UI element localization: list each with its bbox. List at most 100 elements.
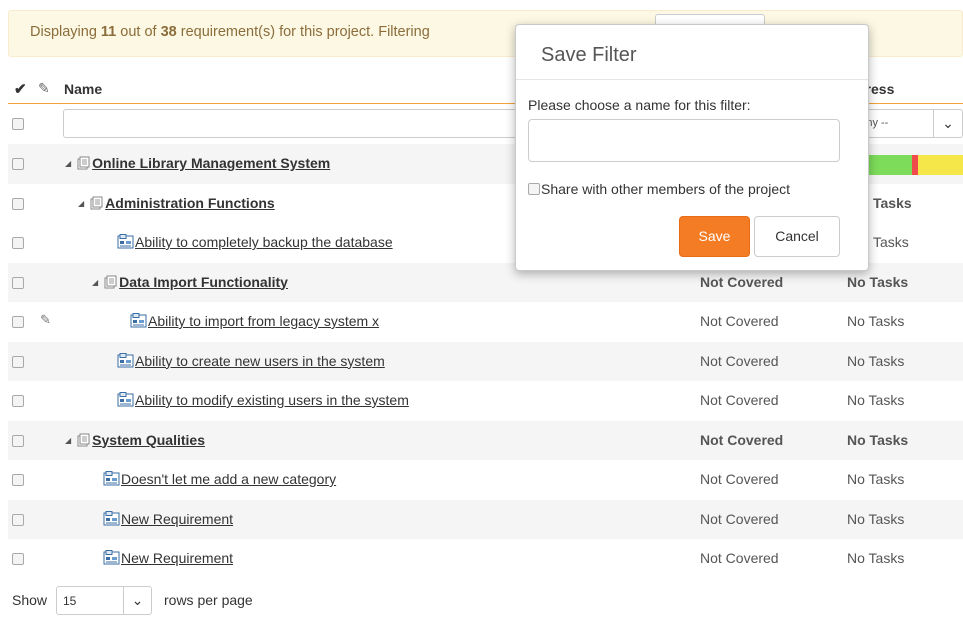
table-row: New Requirement Not Covered No Tasks bbox=[8, 539, 963, 579]
banner-middle: out of bbox=[116, 24, 161, 40]
coverage-status: Not Covered bbox=[700, 510, 779, 527]
requirement-icon bbox=[130, 313, 147, 331]
row-checkbox[interactable] bbox=[12, 395, 24, 407]
save-filter-dialog: Save Filter Please choose a name for thi… bbox=[515, 24, 869, 271]
name-filter-input[interactable] bbox=[63, 109, 533, 138]
task-status: No Tasks bbox=[847, 313, 905, 329]
page-size-select[interactable]: 15 ⌄ bbox=[56, 586, 152, 615]
filter-name-input[interactable] bbox=[528, 119, 840, 162]
requirement-link[interactable]: Data Import Functionality bbox=[119, 274, 288, 290]
table-row: ◢ System Qualities Not Covered No Tasks bbox=[8, 420, 963, 460]
page-size-value: 15 bbox=[63, 594, 77, 608]
row-name-cell: Ability to create new users in the syste… bbox=[117, 352, 385, 371]
task-status: Tasks bbox=[873, 234, 909, 250]
requirement-link[interactable]: New Requirement bbox=[121, 511, 233, 527]
requirement-link[interactable]: New Requirement bbox=[121, 550, 233, 566]
pagination: Show 15 ⌄ rows per page bbox=[8, 585, 408, 615]
row-name-cell: ◢ Data Import Functionality bbox=[92, 274, 288, 292]
row-name-cell: Ability to completely backup the databas… bbox=[117, 234, 393, 252]
triangle-expanded-icon[interactable]: ◢ bbox=[78, 199, 84, 208]
coverage-status: Not Covered bbox=[700, 550, 779, 566]
folder-icon bbox=[90, 196, 104, 213]
row-name-cell: Ability to modify existing users in the … bbox=[117, 392, 409, 410]
coverage-status: Not Covered bbox=[700, 431, 784, 448]
table-row: New Requirement Not Covered No Tasks bbox=[8, 499, 963, 539]
show-label: Show bbox=[12, 592, 48, 608]
attachment-header-icon: ✎ bbox=[38, 80, 50, 96]
banner-suffix: requirement(s) for this project. Filteri… bbox=[176, 24, 430, 40]
folder-icon bbox=[77, 433, 91, 450]
row-name-cell: New Requirement bbox=[103, 510, 233, 529]
share-checkbox[interactable] bbox=[528, 183, 540, 195]
requirement-link[interactable]: Ability to create new users in the syste… bbox=[135, 353, 385, 369]
requirement-link[interactable]: Doesn't let me add a new category bbox=[121, 471, 336, 487]
row-checkbox[interactable] bbox=[12, 434, 24, 447]
row-checkbox[interactable] bbox=[12, 276, 24, 289]
row-checkbox[interactable] bbox=[12, 474, 24, 486]
row-name-cell: ◢ System Qualities bbox=[65, 432, 205, 450]
row-name-cell: Ability to import from legacy system x bbox=[130, 313, 379, 331]
filter-row-checkbox[interactable] bbox=[12, 118, 24, 130]
share-label: Share with other members of the project bbox=[541, 181, 791, 197]
triangle-expanded-icon[interactable]: ◢ bbox=[65, 436, 71, 445]
banner-shown-count: 11 bbox=[100, 24, 117, 40]
name-column-header[interactable]: Name bbox=[64, 81, 102, 97]
coverage-status: Not Covered bbox=[700, 392, 779, 408]
banner-total-count: 38 bbox=[160, 24, 177, 40]
cancel-button[interactable]: Cancel bbox=[754, 216, 840, 257]
requirement-icon bbox=[103, 510, 120, 529]
banner-prefix: Displaying bbox=[30, 24, 101, 40]
row-checkbox[interactable] bbox=[12, 237, 24, 249]
folder-icon bbox=[77, 156, 91, 173]
row-checkbox[interactable] bbox=[12, 355, 24, 368]
coverage-status: Not Covered bbox=[700, 471, 779, 487]
table-row: Ability to create new users in the syste… bbox=[8, 341, 963, 381]
row-name-cell: New Requirement bbox=[103, 550, 233, 568]
triangle-expanded-icon[interactable]: ◢ bbox=[65, 159, 71, 168]
requirement-link[interactable]: Administration Functions bbox=[105, 195, 275, 211]
table-row: Doesn't let me add a new category Not Cov… bbox=[8, 460, 963, 500]
task-status: No Tasks bbox=[847, 352, 905, 369]
row-checkbox[interactable] bbox=[12, 197, 24, 210]
row-checkbox[interactable] bbox=[12, 553, 24, 565]
task-progress-bar bbox=[861, 155, 963, 175]
requirement-icon bbox=[117, 392, 134, 410]
triangle-expanded-icon[interactable]: ◢ bbox=[92, 278, 98, 287]
dialog-title: Save Filter bbox=[516, 25, 868, 80]
task-status: No Tasks bbox=[847, 471, 905, 487]
requirement-link[interactable]: System Qualities bbox=[92, 432, 205, 448]
requirement-icon bbox=[117, 352, 134, 371]
table-row: ✎ Ability to import from legacy system x N… bbox=[8, 302, 963, 342]
requirement-icon bbox=[103, 471, 120, 489]
select-all-header[interactable]: ✔ bbox=[14, 80, 27, 98]
row-checkbox[interactable] bbox=[12, 316, 24, 328]
rows-per-page-label: rows per page bbox=[164, 592, 253, 608]
folder-icon bbox=[104, 275, 118, 292]
save-button[interactable]: Save bbox=[679, 216, 750, 257]
requirement-icon bbox=[117, 234, 134, 252]
chevron-down-icon[interactable]: ⌄ bbox=[933, 110, 962, 137]
requirement-link[interactable]: Ability to modify existing users in the … bbox=[135, 392, 409, 408]
row-checkbox[interactable] bbox=[12, 513, 24, 526]
row-checkbox[interactable] bbox=[12, 158, 24, 170]
task-status: No Tasks bbox=[847, 550, 905, 566]
task-status: No Tasks bbox=[847, 431, 909, 448]
filter-name-prompt: Please choose a name for this filter: bbox=[528, 97, 751, 113]
paperclip-icon[interactable]: ✎ bbox=[40, 312, 51, 328]
task-status: No Tasks bbox=[847, 510, 905, 527]
chevron-down-icon[interactable]: ⌄ bbox=[123, 587, 151, 614]
share-option[interactable]: Share with other members of the project bbox=[528, 181, 790, 197]
requirement-icon bbox=[103, 550, 120, 568]
requirement-link[interactable]: Ability to completely backup the databas… bbox=[135, 234, 393, 250]
requirement-link[interactable]: Online Library Management System bbox=[92, 155, 330, 171]
row-name-cell: Doesn't let me add a new category bbox=[103, 471, 336, 489]
task-status: No Tasks bbox=[847, 392, 905, 408]
coverage-status: Not Covered bbox=[700, 273, 784, 290]
row-name-cell: ◢ Administration Functions bbox=[78, 195, 275, 213]
requirement-link[interactable]: Ability to import from legacy system x bbox=[148, 313, 379, 329]
coverage-status: Not Covered bbox=[700, 313, 779, 329]
coverage-status: Not Covered bbox=[700, 352, 779, 369]
task-status: Tasks bbox=[873, 194, 912, 211]
progress-filter-select[interactable]: Any -- ⌄ bbox=[856, 109, 963, 138]
progress-segment bbox=[918, 155, 963, 175]
